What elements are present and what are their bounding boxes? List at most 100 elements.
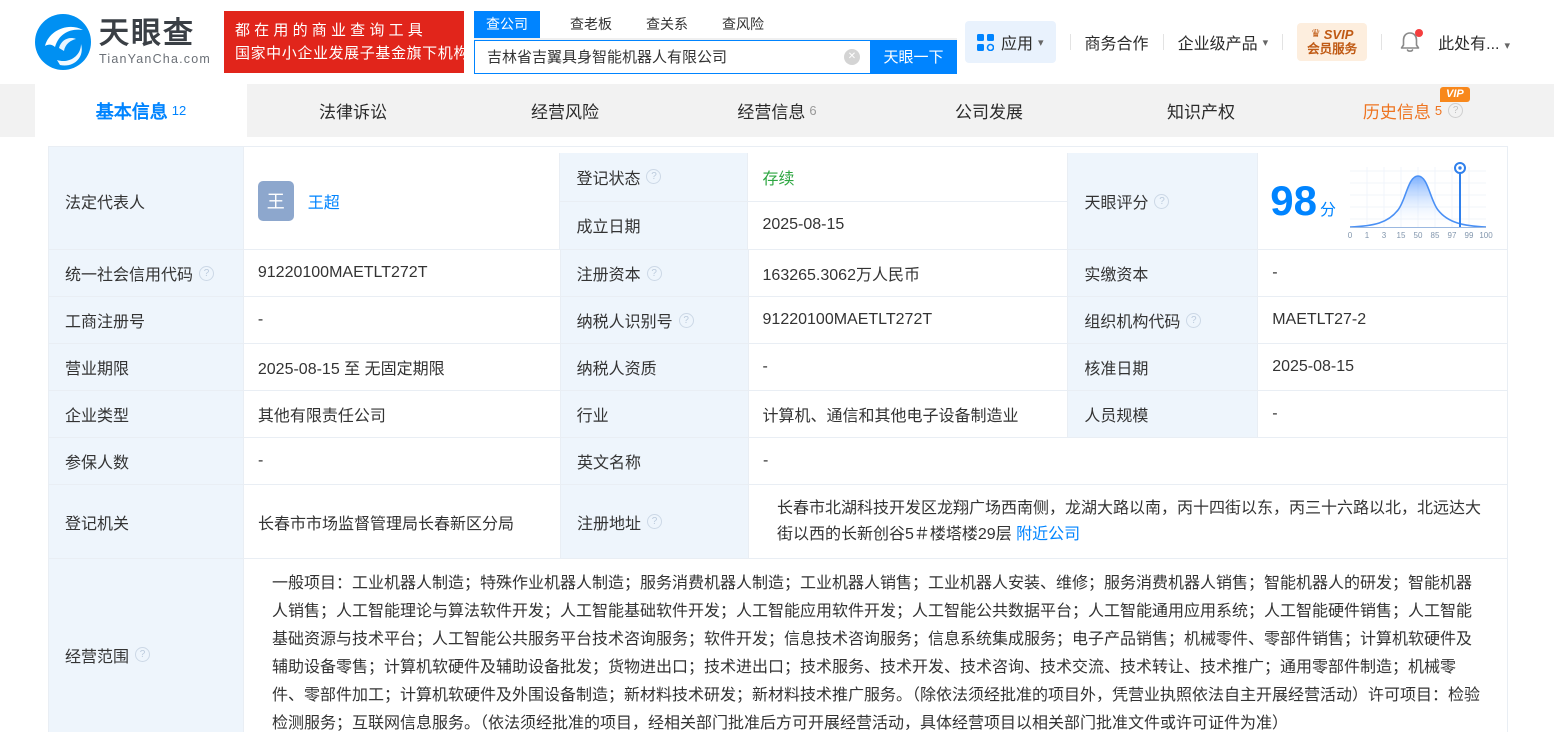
industry-value: 计算机、通信和其他电子设备制造业 bbox=[748, 391, 1069, 438]
search-row: 天眼一下 bbox=[473, 39, 957, 74]
score-label: 天眼评分 bbox=[1068, 153, 1259, 250]
legal-rep-label: 法定代表人 bbox=[49, 153, 244, 250]
notification-dot bbox=[1415, 29, 1424, 37]
tianyancha-logo-icon bbox=[35, 14, 91, 70]
tianyancha-logo[interactable]: 天眼查 TianYanCha.com bbox=[35, 14, 211, 70]
business-scope-value: 一般项目：工业机器人制造；特殊作业机器人制造；服务消费机器人制造；工业机器人销售… bbox=[244, 559, 1508, 732]
search-tabs: 查公司 查老板 查关系 查风险 bbox=[473, 10, 957, 40]
section-tab-bar: 基本信息 12 法律诉讼 经营风险 经营信息 6 公司发展 知识产权 VIP 历… bbox=[0, 84, 1554, 137]
divider bbox=[1282, 34, 1284, 50]
clear-search-icon[interactable] bbox=[843, 48, 860, 65]
table-row: 营业期限 2025-08-15 至 无固定期限 纳税人资质 - 核准日期 202… bbox=[49, 344, 1509, 391]
svip-member-button[interactable]: SVIP 会员服务 bbox=[1297, 23, 1368, 61]
tab-count: 5 bbox=[1434, 103, 1443, 118]
user-menu[interactable]: 此处有... bbox=[1438, 30, 1510, 54]
tab-legal-proceedings[interactable]: 法律诉讼 bbox=[247, 84, 459, 137]
notifications-button[interactable] bbox=[1400, 29, 1424, 53]
org-code-value: MAETLT27-2 bbox=[1258, 297, 1509, 344]
reg-number-value: - bbox=[243, 297, 561, 344]
paid-capital-value: - bbox=[1258, 250, 1509, 297]
tab-operation-risk[interactable]: 经营风险 bbox=[459, 84, 671, 137]
help-icon[interactable] bbox=[647, 514, 663, 529]
enterprise-products-link[interactable]: 企业级产品 bbox=[1178, 30, 1258, 54]
help-icon[interactable] bbox=[646, 265, 662, 281]
staff-size-label: 人员规模 bbox=[1068, 391, 1259, 438]
approval-date-label: 核准日期 bbox=[1068, 344, 1259, 391]
legal-rep-value: 王 王超 bbox=[243, 153, 561, 250]
reg-address-label: 注册地址 bbox=[561, 485, 749, 559]
help-icon[interactable] bbox=[1154, 193, 1170, 209]
divider bbox=[1162, 34, 1164, 50]
table-row: 企业类型 其他有限责任公司 行业 计算机、通信和其他电子设备制造业 人员规模 - bbox=[49, 391, 1509, 438]
nearby-companies-link[interactable]: 附近公司 bbox=[1016, 526, 1080, 543]
tab-basic-info[interactable]: 基本信息 12 bbox=[35, 84, 247, 137]
search-input[interactable] bbox=[473, 39, 870, 74]
business-term-value: 2025-08-15 至 无固定期限 bbox=[243, 344, 561, 391]
svg-text:99: 99 bbox=[1465, 231, 1474, 240]
svg-text:50: 50 bbox=[1414, 231, 1423, 240]
help-icon[interactable] bbox=[646, 169, 662, 185]
tab-history-info[interactable]: VIP 历史信息 5 bbox=[1307, 84, 1519, 137]
slogan-banner: 都在用的商业查询工具 国家中小企业发展子基金旗下机构 bbox=[223, 11, 468, 73]
reg-address-value: 长春市北湖科技开发区龙翔广场西南侧，龙湖大路以南，丙十四街以东，丙三十六路以北，… bbox=[749, 485, 1508, 559]
chevron-down-icon bbox=[1263, 36, 1269, 49]
avatar[interactable]: 王 bbox=[257, 181, 294, 221]
reg-status-label: 登记状态 bbox=[560, 153, 749, 202]
search-tab-boss[interactable]: 查老板 bbox=[558, 11, 624, 38]
search-button[interactable]: 天眼一下 bbox=[869, 39, 957, 74]
approval-date-value: 2025-08-15 bbox=[1258, 344, 1509, 391]
slogan-line1: 都在用的商业查询工具 bbox=[234, 22, 427, 39]
divider bbox=[1381, 34, 1383, 50]
taxpayer-quality-label: 纳税人资质 bbox=[560, 344, 749, 391]
taxpayer-id-label: 纳税人识别号 bbox=[560, 297, 749, 344]
business-cooperation-link[interactable]: 商务合作 bbox=[1085, 30, 1149, 54]
help-icon[interactable] bbox=[1448, 103, 1464, 118]
help-icon[interactable] bbox=[1186, 312, 1202, 328]
help-icon[interactable] bbox=[678, 312, 694, 328]
score-unit: 分 bbox=[1319, 202, 1336, 219]
table-row: 工商注册号 - 纳税人识别号 91220100MAETLT272T 组织机构代码… bbox=[49, 297, 1509, 344]
table-row: 经营范围 一般项目：工业机器人制造；特殊作业机器人制造；服务消费机器人制造；工业… bbox=[49, 559, 1508, 732]
paid-capital-label: 实缴资本 bbox=[1068, 250, 1259, 297]
taxpayer-id-value: 91220100MAETLT272T bbox=[748, 297, 1069, 344]
business-term-label: 营业期限 bbox=[49, 344, 244, 391]
svg-text:85: 85 bbox=[1431, 231, 1440, 240]
search-area: 查公司 查老板 查关系 查风险 天眼一下 bbox=[473, 10, 957, 74]
search-tab-risk[interactable]: 查风险 bbox=[710, 11, 776, 38]
english-name-value: - bbox=[749, 438, 1508, 485]
basic-info-table: 法定代表人 王 王超 登记状态 存续 成立日期 bbox=[48, 146, 1509, 732]
est-date-value: 2025-08-15 bbox=[748, 201, 1069, 250]
company-type-value: 其他有限责任公司 bbox=[243, 391, 561, 438]
chevron-down-icon bbox=[1504, 40, 1510, 52]
taxpayer-quality-value: - bbox=[748, 344, 1069, 391]
tab-count: 6 bbox=[809, 103, 817, 118]
table-row: 参保人数 - 英文名称 - bbox=[49, 438, 1508, 485]
svg-text:100: 100 bbox=[1479, 231, 1493, 240]
english-name-label: 英文名称 bbox=[561, 438, 749, 485]
help-icon[interactable] bbox=[199, 265, 215, 281]
tab-intellectual-property[interactable]: 知识产权 bbox=[1095, 84, 1307, 137]
header-right-nav: 应用 商务合作 企业级产品 SVIP 会员服务 bbox=[965, 21, 1510, 63]
top-bar: 天眼查 TianYanCha.com 都在用的商业查询工具 国家中小企业发展子基… bbox=[0, 0, 1554, 84]
score-number: 98 bbox=[1270, 177, 1317, 224]
tab-business-info[interactable]: 经营信息 6 bbox=[671, 84, 883, 137]
apps-menu[interactable]: 应用 bbox=[965, 21, 1056, 63]
vip-badge: VIP bbox=[1440, 87, 1470, 102]
insured-count-label: 参保人数 bbox=[49, 438, 244, 485]
tab-company-development[interactable]: 公司发展 bbox=[883, 84, 1095, 137]
legal-rep-link[interactable]: 王超 bbox=[308, 189, 340, 213]
svg-text:0: 0 bbox=[1348, 231, 1353, 240]
insured-count-value: - bbox=[244, 438, 561, 485]
reg-authority-value: 长春市市场监督管理局长春新区分局 bbox=[244, 485, 561, 559]
search-tab-relation[interactable]: 查关系 bbox=[634, 11, 700, 38]
business-scope-label: 经营范围 bbox=[49, 559, 244, 732]
crown-icon bbox=[1311, 27, 1321, 42]
help-icon[interactable] bbox=[135, 647, 151, 662]
search-input-wrap bbox=[473, 39, 870, 74]
search-tab-company[interactable]: 查公司 bbox=[473, 10, 540, 38]
company-type-label: 企业类型 bbox=[49, 391, 244, 438]
industry-label: 行业 bbox=[560, 391, 749, 438]
svg-text:3: 3 bbox=[1382, 231, 1387, 240]
svip-sublabel: 会员服务 bbox=[1307, 42, 1358, 56]
score-axis-ticks: 0 1 3 15 50 85 97 99 100 bbox=[1348, 231, 1493, 240]
